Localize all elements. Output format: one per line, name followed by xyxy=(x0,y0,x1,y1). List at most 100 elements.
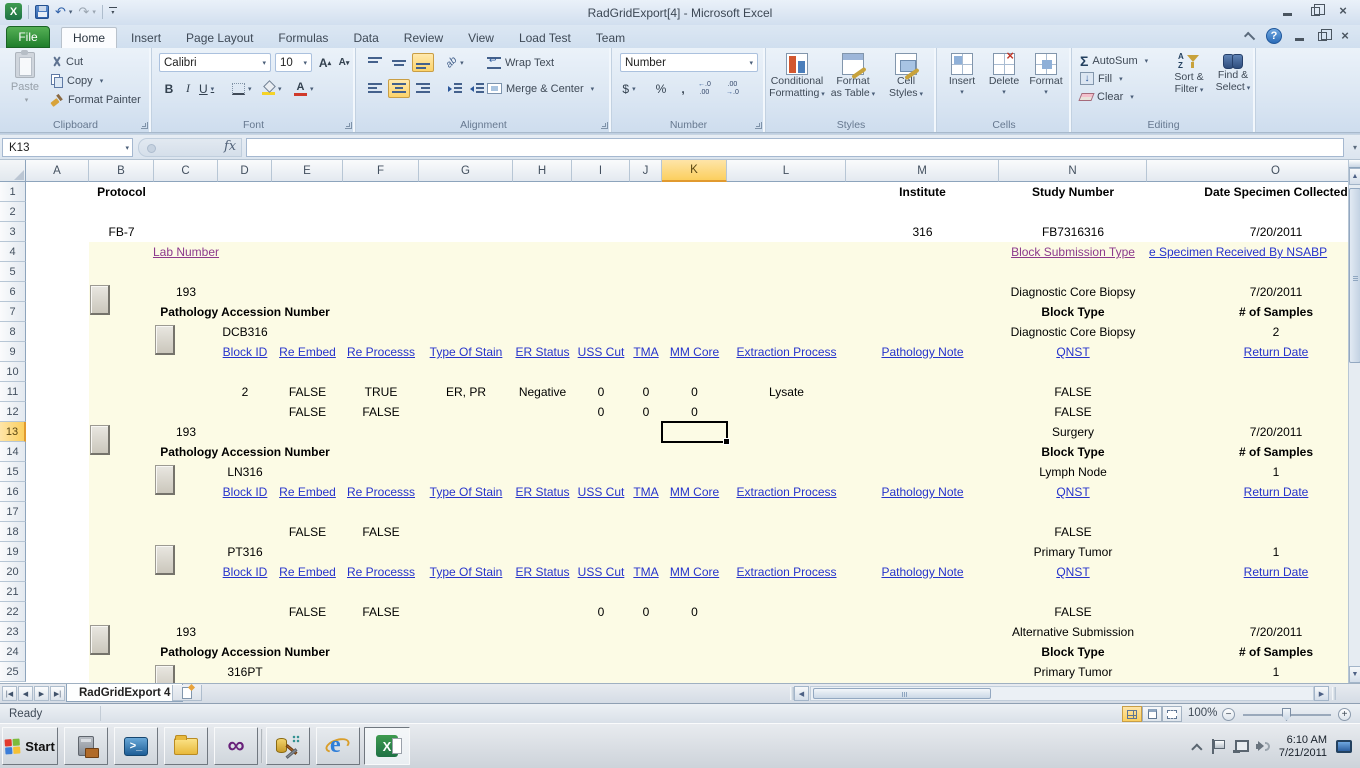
insert-worksheet-tab[interactable] xyxy=(172,685,202,701)
clock[interactable]: 6:10 AM 7/21/2011 xyxy=(1279,734,1327,760)
cell-O14[interactable]: # of Samples xyxy=(1239,442,1313,462)
cell-O16[interactable]: Return Date xyxy=(1244,482,1309,502)
taskbar-button-excel[interactable]: X xyxy=(364,727,410,765)
cell-I16[interactable]: USS Cut xyxy=(578,482,625,502)
orientation-button[interactable]: ab ▾ xyxy=(444,53,466,72)
taskbar-button-powershell[interactable]: >_ xyxy=(114,727,158,765)
row-header-24[interactable]: 24 xyxy=(0,642,26,662)
network-icon[interactable] xyxy=(1232,740,1249,753)
cell-M9[interactable]: Pathology Note xyxy=(881,342,963,362)
column-header-G[interactable]: G xyxy=(419,160,513,182)
cell-J20[interactable]: TMA xyxy=(633,562,658,582)
bold-button[interactable]: B xyxy=(160,79,178,98)
formula-input[interactable] xyxy=(246,138,1344,157)
row-header-6[interactable]: 6 xyxy=(0,282,26,302)
conditional-formatting-button[interactable]: Conditional Formatting ▾ xyxy=(769,53,825,101)
cell-B1[interactable]: Protocol xyxy=(97,182,146,202)
ribbon-tab-insert[interactable]: Insert xyxy=(120,27,172,48)
merge-center-button[interactable]: Merge & Center ▾ xyxy=(484,79,597,98)
autosum-button[interactable]: Σ AutoSum ▾ xyxy=(1077,51,1151,70)
cell-H16[interactable]: ER Status xyxy=(515,482,569,502)
cell-K22[interactable]: 0 xyxy=(691,602,698,622)
cell-N14[interactable]: Block Type xyxy=(1041,442,1104,462)
cell-O8[interactable]: 2 xyxy=(1273,322,1280,342)
expand-toggle-button-row-19[interactable] xyxy=(155,545,175,575)
cell-J12[interactable]: 0 xyxy=(643,402,650,422)
cell-D14[interactable]: Pathology Accession Number xyxy=(160,442,330,462)
cell-M3[interactable]: 316 xyxy=(912,222,932,242)
cell-C13[interactable]: 193 xyxy=(176,422,196,442)
cell-O23[interactable]: 7/20/2011 xyxy=(1250,622,1303,642)
increase-decimal-button[interactable]: ←.0.00 xyxy=(698,81,711,97)
ribbon-tab-formulas[interactable]: Formulas xyxy=(267,27,339,48)
speaker-icon[interactable] xyxy=(1255,740,1270,753)
column-header-I[interactable]: I xyxy=(572,160,630,182)
font-color-button[interactable]: A ▾ xyxy=(292,79,316,98)
save-icon[interactable] xyxy=(35,4,49,19)
row-header-10[interactable]: 10 xyxy=(0,362,26,382)
cell-H11[interactable]: Negative xyxy=(519,382,566,402)
row-header-16[interactable]: 16 xyxy=(0,482,26,502)
font-name-combo[interactable]: Calibri ▾ xyxy=(159,53,271,72)
borders-button[interactable]: ▾ xyxy=(230,79,254,98)
cell-D8[interactable]: DCB316 xyxy=(222,322,267,342)
cell-I11[interactable]: 0 xyxy=(598,382,605,402)
shrink-font-button[interactable]: A ▾ xyxy=(335,53,353,72)
cell-N25[interactable]: Primary Tumor xyxy=(1034,662,1113,682)
cell-F22[interactable]: FALSE xyxy=(362,602,399,622)
column-header-K[interactable]: K xyxy=(662,160,727,182)
cell-F9[interactable]: Re Processs xyxy=(347,342,415,362)
expand-toggle-button-row-15[interactable] xyxy=(155,465,175,495)
cell-D15[interactable]: LN316 xyxy=(227,462,262,482)
workbook-restore-button[interactable] xyxy=(1315,28,1332,42)
cell-L9[interactable]: Extraction Process xyxy=(736,342,836,362)
show-hidden-icons-chevron[interactable] xyxy=(1191,742,1203,755)
select-all-corner[interactable] xyxy=(0,160,26,182)
cell-E22[interactable]: FALSE xyxy=(289,602,326,622)
zoom-out-button[interactable]: − xyxy=(1222,708,1235,721)
vertical-scroll-thumb[interactable] xyxy=(1349,188,1360,363)
cell-O24[interactable]: # of Samples xyxy=(1239,642,1313,662)
cell-I9[interactable]: USS Cut xyxy=(578,342,625,362)
cell-N1[interactable]: Study Number xyxy=(1032,182,1114,202)
row-header-2[interactable]: 2 xyxy=(0,202,26,222)
row-header-12[interactable]: 12 xyxy=(0,402,26,422)
normal-view-button[interactable] xyxy=(1122,706,1142,722)
cell-L16[interactable]: Extraction Process xyxy=(736,482,836,502)
undo-button[interactable]: ↶ ▾ xyxy=(55,5,72,18)
copy-button[interactable]: Copy ▾ xyxy=(48,71,144,90)
taskbar-button-internet-explorer[interactable]: e xyxy=(316,727,360,765)
row-header-1[interactable]: 1 xyxy=(0,182,26,202)
cell-O25[interactable]: 1 xyxy=(1273,662,1280,682)
align-center-button[interactable] xyxy=(388,79,410,98)
number-dialog-launcher[interactable] xyxy=(755,122,762,129)
cell-N23[interactable]: Alternative Submission xyxy=(1012,622,1134,642)
row-header-23[interactable]: 23 xyxy=(0,622,26,642)
worksheet-grid[interactable]: A B C D E F G H I J K L M N O 1 2 3 4 5 6 7 8 9 10 11 12 13 14 15 16 17… xyxy=(0,160,1348,683)
vertical-scrollbar[interactable]: ▲ ▼ xyxy=(1348,160,1360,683)
align-top-button[interactable] xyxy=(364,53,386,72)
close-button[interactable]: × xyxy=(1336,4,1350,17)
cell-D7[interactable]: Pathology Accession Number xyxy=(160,302,330,322)
scroll-up-button[interactable]: ▲ xyxy=(1349,168,1360,185)
vertical-split-handle[interactable] xyxy=(1349,160,1360,168)
cell-N9[interactable]: QNST xyxy=(1056,342,1089,362)
column-header-H[interactable]: H xyxy=(513,160,572,182)
cell-C6[interactable]: 193 xyxy=(176,282,196,302)
insert-cells-button[interactable]: Insert ▾ xyxy=(942,53,982,99)
ribbon-tab-home[interactable]: Home xyxy=(61,27,118,48)
cell-E11[interactable]: FALSE xyxy=(289,382,326,402)
align-bottom-button[interactable] xyxy=(412,53,434,72)
number-format-combo[interactable]: Number ▾ xyxy=(620,53,758,72)
cell-I20[interactable]: USS Cut xyxy=(578,562,625,582)
cell-O19[interactable]: 1 xyxy=(1273,542,1280,562)
column-header-M[interactable]: M xyxy=(846,160,999,182)
cell-I12[interactable]: 0 xyxy=(598,402,605,422)
delete-cells-button[interactable]: × Delete ▾ xyxy=(984,49,1024,99)
taskbar-button-sql-server-tools[interactable] xyxy=(266,727,310,765)
row-header-19[interactable]: 19 xyxy=(0,542,26,562)
cell-G11[interactable]: ER, PR xyxy=(446,382,486,402)
align-middle-button[interactable] xyxy=(388,53,410,72)
expand-formula-bar-icon[interactable]: ▾ xyxy=(1353,143,1357,152)
column-header-E[interactable]: E xyxy=(272,160,343,182)
